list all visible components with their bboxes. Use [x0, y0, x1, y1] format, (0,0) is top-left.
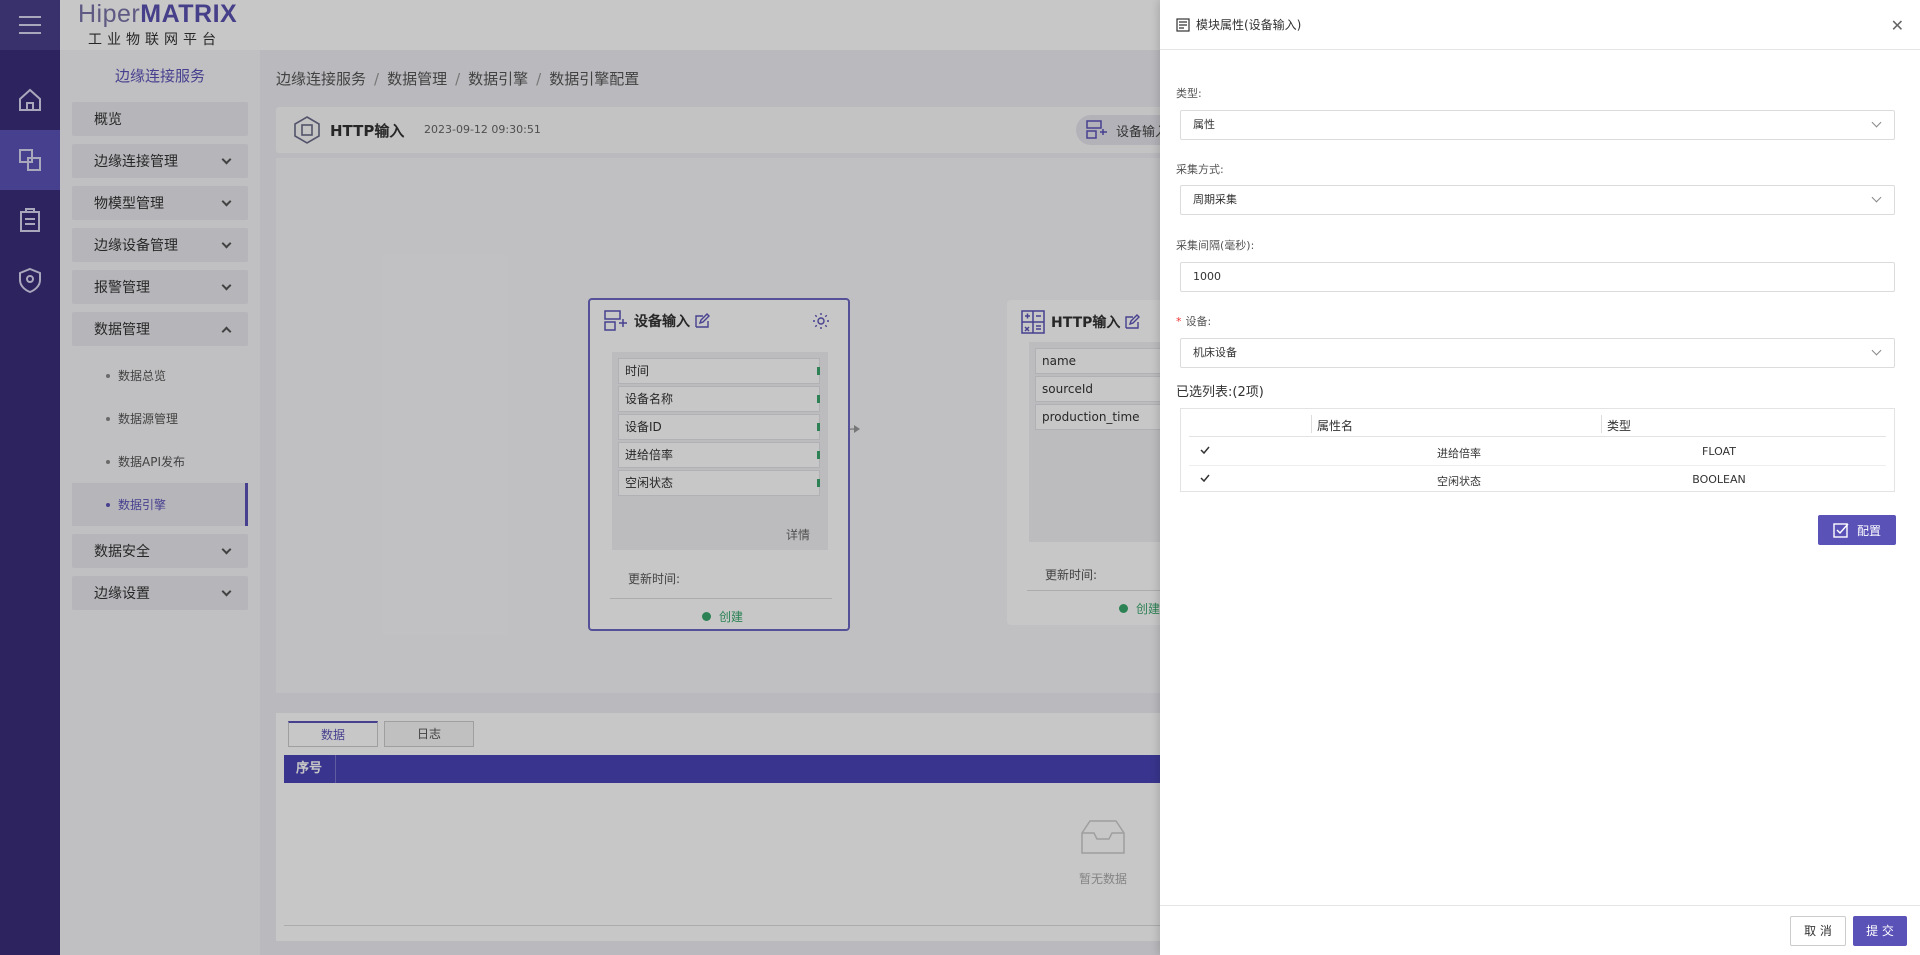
chevron-down-icon	[1871, 117, 1882, 128]
module-properties-drawer: 模块属性(设备输入) ✕ 类型: 属性 采集方式: 周期采集 采集间隔(毫秒):…	[1160, 0, 1920, 955]
device-select-value: 机床设备	[1193, 346, 1237, 359]
column-property-name: 属性名	[1317, 419, 1354, 433]
check-icon	[1200, 446, 1210, 455]
row-type: BOOLEAN	[1692, 473, 1746, 486]
chevron-down-icon	[1871, 345, 1882, 356]
type-label: 类型:	[1176, 87, 1202, 100]
interval-value: 1000	[1193, 270, 1221, 283]
table-row[interactable]: 进给倍率 FLOAT	[1189, 438, 1886, 466]
close-icon[interactable]: ✕	[1891, 16, 1904, 35]
collection-mode-value: 周期采集	[1193, 193, 1237, 206]
interval-input[interactable]: 1000	[1180, 262, 1895, 292]
type-select[interactable]: 属性	[1180, 110, 1895, 140]
selected-list-title: 已选列表:(2项)	[1176, 385, 1264, 400]
collection-mode-select[interactable]: 周期采集	[1180, 185, 1895, 215]
drawer-footer: 取 消 提 交	[1160, 905, 1920, 955]
column-type: 类型	[1607, 419, 1632, 433]
table-row[interactable]: 空闲状态 BOOLEAN	[1189, 466, 1886, 494]
document-icon	[1176, 17, 1190, 32]
drawer-header: 模块属性(设备输入) ✕	[1160, 0, 1920, 50]
chevron-down-icon	[1871, 192, 1882, 203]
column-divider	[1311, 415, 1312, 433]
device-select[interactable]: 机床设备	[1180, 338, 1895, 368]
drawer-title: 模块属性(设备输入)	[1176, 16, 1301, 33]
row-type: FLOAT	[1702, 445, 1736, 458]
type-select-value: 属性	[1193, 118, 1215, 131]
column-divider	[1601, 415, 1602, 433]
drawer-title-text: 模块属性(设备输入)	[1196, 18, 1302, 32]
check-icon	[1200, 474, 1210, 483]
interval-label: 采集间隔(毫秒):	[1176, 239, 1255, 252]
submit-button[interactable]: 提 交	[1853, 916, 1907, 946]
row-property-name: 空闲状态	[1437, 475, 1481, 488]
selected-properties-table: 属性名 类型 进给倍率 FLOAT 空闲状态 BOOLEAN	[1180, 408, 1895, 492]
configure-button-label: 配置	[1856, 523, 1881, 538]
table-header-row: 属性名 类型	[1189, 413, 1886, 437]
checkbox-icon	[1833, 523, 1849, 538]
device-label: * 设备:	[1176, 315, 1212, 328]
configure-button[interactable]: 配置	[1818, 515, 1896, 545]
cancel-button[interactable]: 取 消	[1790, 916, 1846, 946]
modal-mask[interactable]	[0, 0, 1160, 955]
device-label-text: 设备:	[1185, 315, 1212, 328]
collection-mode-label: 采集方式:	[1176, 163, 1224, 176]
row-property-name: 进给倍率	[1437, 447, 1481, 460]
